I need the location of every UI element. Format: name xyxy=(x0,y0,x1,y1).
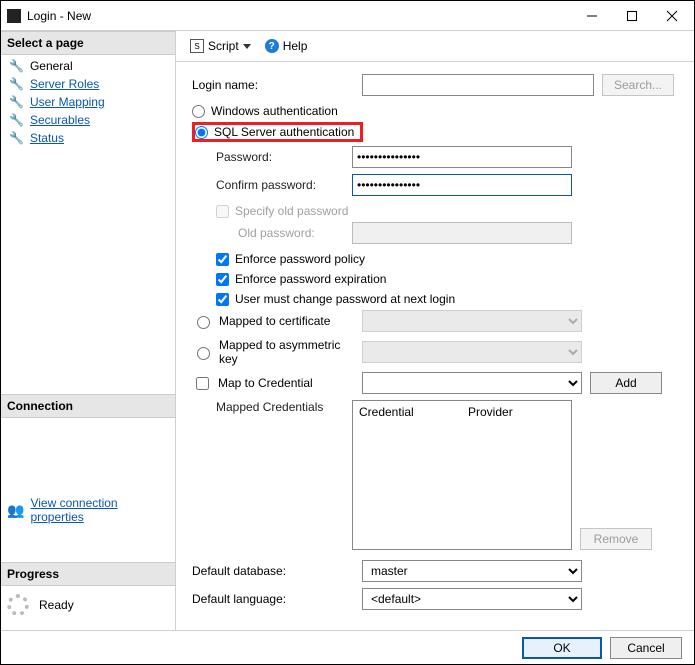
sql-auth-radio[interactable] xyxy=(195,126,208,139)
default-database-select[interactable]: master xyxy=(362,560,582,582)
wrench-icon: 🔧 xyxy=(9,59,24,73)
form-area: Login name: Search... Windows authentica… xyxy=(176,62,694,630)
mapped-credentials-table: Credential Provider xyxy=(352,400,572,550)
login-name-label: Login name: xyxy=(192,78,362,92)
left-panel: Select a page 🔧 General 🔧 Server Roles 🔧… xyxy=(1,31,175,630)
script-button[interactable]: S Script xyxy=(186,37,255,55)
password-input[interactable] xyxy=(352,146,572,168)
chevron-down-icon xyxy=(243,44,251,49)
wrench-icon: 🔧 xyxy=(9,131,24,145)
page-item-label: Securables xyxy=(30,113,90,127)
toolbar: S Script ? Help xyxy=(176,31,694,62)
enforce-policy-checkbox[interactable] xyxy=(216,253,229,266)
windows-auth-radio[interactable] xyxy=(192,105,205,118)
help-icon: ? xyxy=(265,39,279,53)
window-controls xyxy=(572,2,692,30)
window-title: Login - New xyxy=(27,9,572,23)
help-label: Help xyxy=(283,39,308,53)
add-button[interactable]: Add xyxy=(590,372,662,394)
specify-old-password-label: Specify old password xyxy=(235,204,348,218)
mapped-asym-radio[interactable] xyxy=(197,347,210,360)
connection-properties-row: 👥 View connection properties xyxy=(1,488,175,532)
progress-status: Ready xyxy=(39,598,74,612)
progress-spinner-icon xyxy=(7,594,29,616)
page-item-status[interactable]: 🔧 Status xyxy=(5,129,171,147)
table-header-provider: Provider xyxy=(462,401,519,423)
dialog-footer: OK Cancel xyxy=(1,630,694,664)
sql-auth-label: SQL Server authentication xyxy=(214,125,354,139)
wrench-icon: 🔧 xyxy=(9,95,24,109)
mapped-asym-select xyxy=(362,341,582,363)
script-icon: S xyxy=(190,39,204,53)
progress-row: Ready xyxy=(1,586,175,630)
close-button[interactable] xyxy=(652,2,692,30)
map-credential-checkbox[interactable] xyxy=(196,377,209,390)
wrench-icon: 🔧 xyxy=(9,77,24,91)
remove-button: Remove xyxy=(580,528,652,550)
page-item-user-mapping[interactable]: 🔧 User Mapping xyxy=(5,93,171,111)
people-icon: 👥 xyxy=(7,502,24,519)
must-change-checkbox[interactable] xyxy=(216,293,229,306)
script-label: Script xyxy=(208,39,239,53)
default-language-select[interactable]: <default> xyxy=(362,588,582,610)
table-header-credential: Credential xyxy=(353,401,462,423)
must-change-label: User must change password at next login xyxy=(235,292,455,306)
minimize-button[interactable] xyxy=(572,2,612,30)
page-item-label: General xyxy=(30,59,73,73)
mapped-cert-select xyxy=(362,310,582,332)
specify-old-password-checkbox xyxy=(216,205,229,218)
cancel-button[interactable]: Cancel xyxy=(610,637,682,659)
password-label: Password: xyxy=(192,150,352,164)
enforce-policy-label: Enforce password policy xyxy=(235,252,365,266)
confirm-password-label: Confirm password: xyxy=(192,178,352,192)
page-item-general[interactable]: 🔧 General xyxy=(5,57,171,75)
connection-header: Connection xyxy=(1,394,175,418)
default-database-label: Default database: xyxy=(192,564,362,578)
mapped-cert-radio[interactable] xyxy=(197,316,210,329)
right-panel: S Script ? Help Login name: Search... Wi… xyxy=(175,31,694,630)
enforce-expiration-checkbox[interactable] xyxy=(216,273,229,286)
map-credential-label: Map to Credential xyxy=(218,376,313,390)
select-page-header: Select a page xyxy=(1,31,175,55)
page-item-label: User Mapping xyxy=(30,95,105,109)
page-list: 🔧 General 🔧 Server Roles 🔧 User Mapping … xyxy=(1,55,175,149)
view-connection-properties-link[interactable]: View connection properties xyxy=(30,496,169,524)
search-button: Search... xyxy=(602,74,674,96)
mapped-asym-label: Mapped to asymmetric key xyxy=(219,338,362,366)
sql-auth-highlight: SQL Server authentication xyxy=(192,122,363,142)
mapped-cert-label: Mapped to certificate xyxy=(219,314,330,328)
enforce-expiration-label: Enforce password expiration xyxy=(235,272,386,286)
page-item-securables[interactable]: 🔧 Securables xyxy=(5,111,171,129)
old-password-input xyxy=(352,222,572,244)
old-password-label: Old password: xyxy=(192,226,352,240)
mapped-credentials-label: Mapped Credentials xyxy=(192,400,352,414)
map-credential-select[interactable] xyxy=(362,372,582,394)
default-language-label: Default language: xyxy=(192,592,362,606)
page-item-label: Server Roles xyxy=(30,77,99,91)
confirm-password-input[interactable] xyxy=(352,174,572,196)
page-item-server-roles[interactable]: 🔧 Server Roles xyxy=(5,75,171,93)
progress-header: Progress xyxy=(1,562,175,586)
help-button[interactable]: ? Help xyxy=(261,37,312,55)
wrench-icon: 🔧 xyxy=(9,113,24,127)
ok-button[interactable]: OK xyxy=(522,637,602,659)
page-item-label: Status xyxy=(30,131,64,145)
title-bar: Login - New xyxy=(1,1,694,31)
login-name-input[interactable] xyxy=(362,74,594,96)
maximize-button[interactable] xyxy=(612,2,652,30)
app-icon xyxy=(7,9,21,23)
windows-auth-label: Windows authentication xyxy=(211,104,338,118)
